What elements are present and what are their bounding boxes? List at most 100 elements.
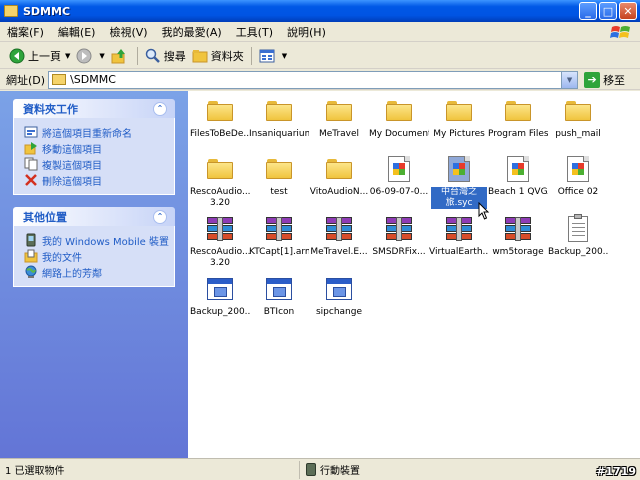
place-label: 我的文件 bbox=[42, 252, 82, 264]
menu-bar: 檔案(F) 編輯(E) 檢視(V) 我的最愛(A) 工具(T) 說明(H) bbox=[0, 22, 640, 42]
file-name: push_mail bbox=[555, 129, 601, 139]
folder-icon bbox=[204, 153, 236, 185]
views-icon bbox=[259, 48, 275, 64]
folder-icon bbox=[562, 95, 594, 127]
selection-status: 1 已選取物件 bbox=[0, 460, 300, 479]
chevron-down-icon[interactable]: ▼ bbox=[282, 52, 287, 60]
place-mobile-device[interactable]: 我的 Windows Mobile 裝置 bbox=[24, 232, 169, 248]
file-name: Beach 1 QVGA bbox=[488, 187, 548, 197]
file-item[interactable]: 06-09-07-0... bbox=[369, 153, 429, 211]
copy-icon bbox=[24, 157, 38, 171]
folder-icon bbox=[443, 95, 475, 127]
file-item[interactable]: Backup_200... bbox=[548, 213, 608, 271]
file-item[interactable]: KTCapt[1].arm bbox=[249, 213, 309, 271]
folder-icon bbox=[263, 95, 295, 127]
folder-item[interactable]: RescoAudio... 3.20 bbox=[190, 153, 250, 211]
file-item[interactable]: Beach 1 QVGA bbox=[488, 153, 548, 211]
windows-media-file-icon bbox=[502, 153, 534, 185]
file-item[interactable]: Backup_200... bbox=[190, 273, 250, 331]
go-button[interactable]: ➔ 移至 bbox=[584, 71, 625, 88]
file-item[interactable]: wm5torage bbox=[488, 213, 548, 271]
menu-file[interactable]: 檔案(F) bbox=[0, 24, 51, 40]
address-input[interactable]: \SDMMC ▼ bbox=[48, 70, 579, 89]
collapse-icon[interactable]: ⌃ bbox=[153, 209, 167, 224]
file-item[interactable]: SMSDRFix... bbox=[369, 213, 429, 271]
task-rename[interactable]: 將這個項目重新命名 bbox=[24, 124, 166, 140]
task-label: 刪除這個項目 bbox=[42, 176, 102, 188]
menu-favorites[interactable]: 我的最愛(A) bbox=[155, 24, 229, 40]
other-places-header[interactable]: 其他位置 ⌃ bbox=[13, 207, 175, 226]
file-list: FilesToBeDe... Insaniquarium MeTravel My… bbox=[188, 91, 640, 458]
folders-button[interactable]: 資料夾 bbox=[189, 45, 247, 67]
folder-icon bbox=[383, 95, 415, 127]
task-copy[interactable]: 複製這個項目 bbox=[24, 156, 166, 172]
up-folder-button[interactable] bbox=[108, 45, 133, 67]
up-folder-icon bbox=[111, 48, 127, 64]
menu-tools[interactable]: 工具(T) bbox=[229, 24, 280, 40]
folder-item[interactable]: MeTravel bbox=[309, 95, 369, 153]
file-name: RescoAudio... 3.20 bbox=[190, 247, 250, 268]
views-button[interactable]: ▼ bbox=[256, 45, 290, 67]
title-bar: SDMMC _ □ ✕ bbox=[0, 0, 640, 22]
task-delete[interactable]: 刪除這個項目 bbox=[24, 172, 166, 188]
windows-media-file-icon bbox=[562, 153, 594, 185]
windows-media-file-icon bbox=[383, 153, 415, 185]
file-name: Backup_200... bbox=[548, 247, 608, 257]
collapse-icon[interactable]: ⌃ bbox=[153, 101, 167, 116]
chevron-down-icon[interactable]: ▼ bbox=[99, 52, 104, 60]
search-button[interactable]: 搜尋 bbox=[142, 45, 189, 67]
folder-item[interactable]: Insaniquarium bbox=[249, 95, 309, 153]
folder-item[interactable]: VitoAudioN... bbox=[309, 153, 369, 211]
file-name: Program Files bbox=[488, 129, 548, 139]
windows-logo-icon bbox=[610, 26, 630, 38]
file-name: VitoAudioN... bbox=[309, 187, 369, 197]
place-my-documents[interactable]: 我的文件 bbox=[24, 248, 166, 264]
file-item[interactable]: Office 02 bbox=[548, 153, 608, 211]
folder-item[interactable]: My Pictures bbox=[429, 95, 489, 153]
place-network[interactable]: 網路上的芳鄰 bbox=[24, 264, 166, 280]
executable-file-icon bbox=[263, 273, 295, 305]
folder-icon bbox=[263, 153, 295, 185]
back-arrow-icon bbox=[9, 48, 25, 64]
menu-edit[interactable]: 編輯(E) bbox=[51, 24, 103, 40]
toolbar-separator bbox=[250, 46, 252, 65]
documents-folder-icon bbox=[24, 249, 38, 263]
file-name: wm5torage bbox=[492, 247, 544, 257]
panel-title: 資料夾工作 bbox=[23, 102, 78, 116]
file-item[interactable]: BTIcon bbox=[249, 273, 309, 331]
folder-tasks-header[interactable]: 資料夾工作 ⌃ bbox=[13, 99, 175, 118]
winrar-archive-icon bbox=[383, 213, 415, 245]
task-label: 複製這個項目 bbox=[42, 160, 102, 172]
file-name: sipchange bbox=[315, 307, 363, 317]
folder-item[interactable]: Program Files bbox=[488, 95, 548, 153]
chevron-down-icon[interactable]: ▼ bbox=[65, 52, 70, 60]
search-icon bbox=[145, 48, 161, 64]
file-name: FilesToBeDe... bbox=[190, 129, 250, 139]
forward-button[interactable]: ▼ bbox=[73, 45, 107, 67]
menu-view[interactable]: 檢視(V) bbox=[102, 24, 154, 40]
folder-icon bbox=[4, 5, 18, 17]
close-button[interactable]: ✕ bbox=[619, 2, 637, 20]
rename-icon bbox=[24, 125, 38, 139]
folder-item[interactable]: My Documents bbox=[369, 95, 429, 153]
folder-icon bbox=[323, 153, 355, 185]
maximize-button[interactable]: □ bbox=[599, 2, 617, 20]
file-item[interactable]: VirtualEarth... bbox=[429, 213, 489, 271]
file-item[interactable]: sipchange bbox=[309, 273, 369, 331]
menu-help[interactable]: 說明(H) bbox=[280, 24, 333, 40]
text-file-icon bbox=[562, 213, 594, 245]
folders-label: 資料夾 bbox=[210, 49, 244, 63]
task-move[interactable]: 移動這個項目 bbox=[24, 140, 166, 156]
minimize-button[interactable]: _ bbox=[579, 2, 597, 20]
chevron-down-icon[interactable]: ▼ bbox=[561, 71, 578, 88]
folder-item[interactable]: test bbox=[249, 153, 309, 211]
winrar-archive-icon bbox=[204, 213, 236, 245]
file-name: test bbox=[270, 187, 288, 197]
mobile-device-icon bbox=[306, 463, 316, 476]
file-item[interactable]: RescoAudio... 3.20 bbox=[190, 213, 250, 271]
folder-item[interactable]: push_mail bbox=[548, 95, 608, 153]
file-item[interactable]: MeTravel.E... bbox=[309, 213, 369, 271]
back-button[interactable]: 上一頁 ▼ bbox=[6, 45, 73, 67]
folder-item[interactable]: FilesToBeDe... bbox=[190, 95, 250, 153]
folder-icon bbox=[192, 48, 208, 64]
